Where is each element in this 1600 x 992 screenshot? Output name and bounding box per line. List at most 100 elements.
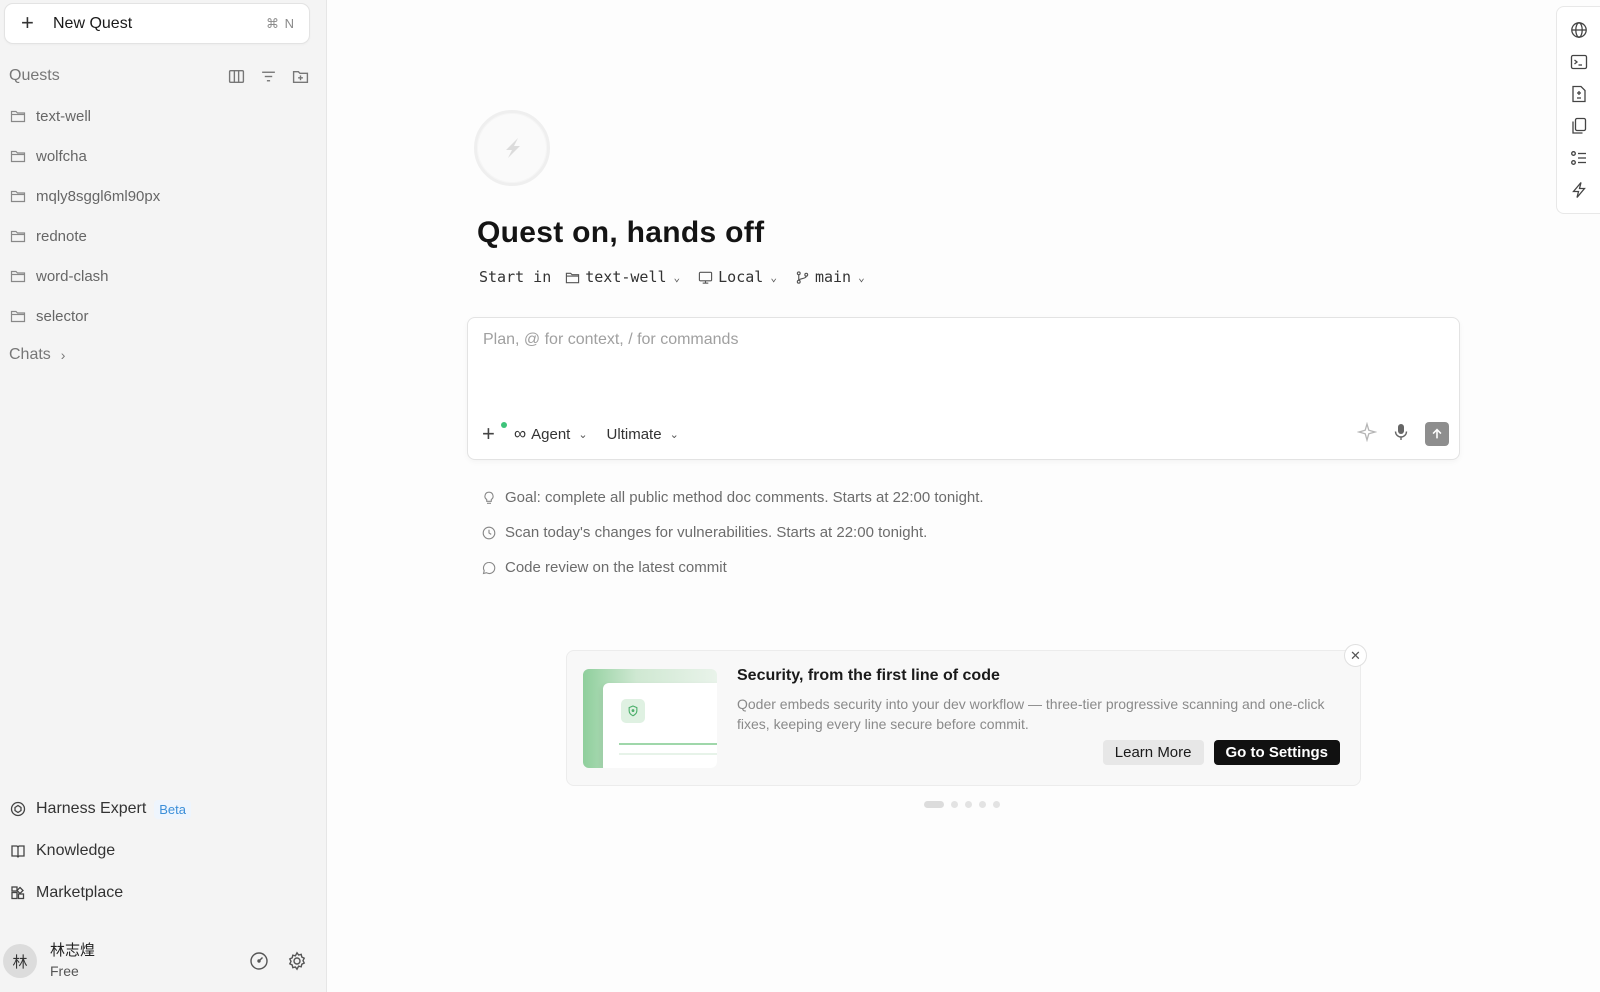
quest-name: wolfcha (36, 147, 87, 165)
model-selector[interactable]: Ultimate ⌄ (607, 426, 679, 443)
quest-item[interactable]: mqly8sggl6ml90px (0, 176, 320, 216)
nav-knowledge[interactable]: Knowledge (0, 830, 320, 872)
chevron-down-icon: ⌄ (858, 270, 865, 284)
monitor-icon (699, 271, 713, 284)
environment-selector[interactable]: Local ⌄ (698, 268, 777, 286)
folder-icon (10, 108, 27, 125)
prompt-composer[interactable]: Plan, @ for context, / for commands + ∞ … (467, 317, 1460, 460)
quest-item[interactable]: rednote (0, 216, 320, 256)
checklist-icon[interactable] (1569, 148, 1589, 168)
new-folder-icon[interactable] (291, 67, 309, 85)
quests-title: Quests (9, 67, 60, 84)
page-dot-active[interactable] (924, 801, 944, 808)
suggestion-text: Code review on the latest commit (505, 559, 727, 576)
page-dot[interactable] (979, 801, 986, 808)
chevron-down-icon: ⌄ (673, 270, 681, 284)
environment-name: Local (718, 268, 764, 286)
suggestion-item[interactable]: Scan today's changes for vulnerabilities… (482, 515, 984, 550)
send-button[interactable] (1425, 422, 1449, 446)
document-diff-icon[interactable] (1569, 84, 1589, 104)
quest-name: selector (36, 307, 89, 325)
suggestion-item[interactable]: Code review on the latest commit (482, 550, 984, 585)
mode-label: Agent (531, 425, 571, 443)
new-quest-button[interactable]: + New Quest ⌘ N (4, 3, 310, 44)
suggestion-text: Scan today's changes for vulnerabilities… (505, 524, 928, 541)
sparkle-icon[interactable] (1356, 421, 1378, 447)
project-selector[interactable]: text-well ⌄ (565, 268, 680, 286)
folder-icon (10, 268, 27, 285)
chats-section-toggle[interactable]: Chats › (9, 346, 65, 364)
lightning-icon[interactable] (1569, 180, 1589, 200)
quest-list: text-well wolfcha mqly8sggl6ml90px redno… (0, 96, 320, 336)
quest-item[interactable]: text-well (0, 96, 320, 136)
add-context-button[interactable]: + (482, 422, 507, 445)
user-profile[interactable]: 林 林志煌 Free (3, 938, 317, 984)
mode-selector[interactable]: ∞ Agent ⌄ (514, 424, 588, 444)
arrow-up-icon (1432, 428, 1442, 439)
lightbulb-icon (482, 491, 496, 505)
beta-badge: Beta (154, 799, 192, 819)
quest-name: mqly8sggl6ml90px (36, 187, 161, 205)
new-quest-label: New Quest (53, 14, 133, 32)
model-label: Ultimate (606, 425, 662, 443)
chevron-down-icon: ⌄ (669, 428, 679, 441)
filter-icon[interactable] (259, 67, 277, 85)
carousel-pagination (924, 801, 1000, 808)
page-dot[interactable] (993, 801, 1000, 808)
promo-title: Security, from the first line of code (737, 667, 1000, 684)
branch-name: main (814, 268, 852, 286)
nav-label: Marketplace (36, 884, 124, 901)
close-icon[interactable]: ✕ (1344, 644, 1367, 667)
shield-icon (621, 699, 645, 723)
quest-item[interactable]: word-clash (0, 256, 320, 296)
page-dot[interactable] (965, 801, 972, 808)
page-dot[interactable] (951, 801, 958, 808)
quest-name: rednote (36, 227, 87, 245)
promo-illustration (583, 669, 717, 768)
plus-icon: + (21, 9, 34, 35)
folder-icon (10, 308, 27, 325)
quest-item[interactable]: wolfcha (0, 136, 320, 176)
right-toolbar (1556, 6, 1600, 214)
suggestion-list: Goal: complete all public method doc com… (482, 480, 984, 585)
chevron-right-icon: › (60, 347, 66, 363)
comment-icon (482, 561, 496, 575)
start-options: Start in text-well ⌄ Local ⌄ main ⌄ (479, 268, 883, 286)
gear-icon[interactable] (287, 951, 307, 971)
suggestion-item[interactable]: Goal: complete all public method doc com… (482, 480, 984, 515)
terminal-icon[interactable] (1569, 52, 1589, 72)
quests-header: Quests (9, 64, 309, 88)
branch-icon (796, 270, 809, 284)
nav-marketplace[interactable]: Marketplace (0, 872, 320, 914)
page-title: Quest on, hands off (477, 216, 765, 249)
branch-selector[interactable]: main ⌄ (795, 268, 865, 286)
copy-icon[interactable] (1569, 116, 1589, 136)
columns-icon[interactable] (227, 67, 245, 85)
gauge-icon[interactable] (249, 951, 269, 971)
nav-harness-expert[interactable]: Harness Expert Beta (0, 788, 320, 830)
folder-icon (10, 228, 27, 245)
chevron-down-icon: ⌄ (578, 428, 588, 441)
folder-icon (566, 272, 580, 283)
status-dot (501, 422, 507, 428)
promo-card: Security, from the first line of code Qo… (566, 650, 1361, 786)
quest-item[interactable]: selector (0, 296, 320, 336)
suggestion-text: Goal: complete all public method doc com… (505, 489, 984, 506)
project-name: text-well (585, 268, 667, 286)
go-to-settings-button[interactable]: Go to Settings (1213, 740, 1340, 765)
globe-icon[interactable] (1569, 20, 1589, 40)
quest-name: word-clash (36, 267, 109, 285)
sidebar: + New Quest ⌘ N Quests text-well wolfcha (0, 0, 327, 992)
promo-description: Qoder embeds security into your dev work… (737, 696, 1325, 732)
nav-label: Knowledge (36, 842, 116, 859)
app-logo (474, 110, 550, 186)
marketplace-icon (10, 885, 27, 902)
microphone-icon[interactable] (1391, 422, 1411, 447)
nav-label: Harness Expert (36, 800, 147, 817)
learn-more-button[interactable]: Learn More (1102, 740, 1204, 765)
book-icon (10, 843, 27, 860)
shortcut-hint: ⌘ N (266, 15, 295, 31)
folder-icon (10, 148, 27, 165)
bottom-nav: Harness Expert Beta Knowledge Marketplac… (0, 788, 320, 914)
composer-placeholder[interactable]: Plan, @ for context, / for commands (483, 331, 738, 349)
